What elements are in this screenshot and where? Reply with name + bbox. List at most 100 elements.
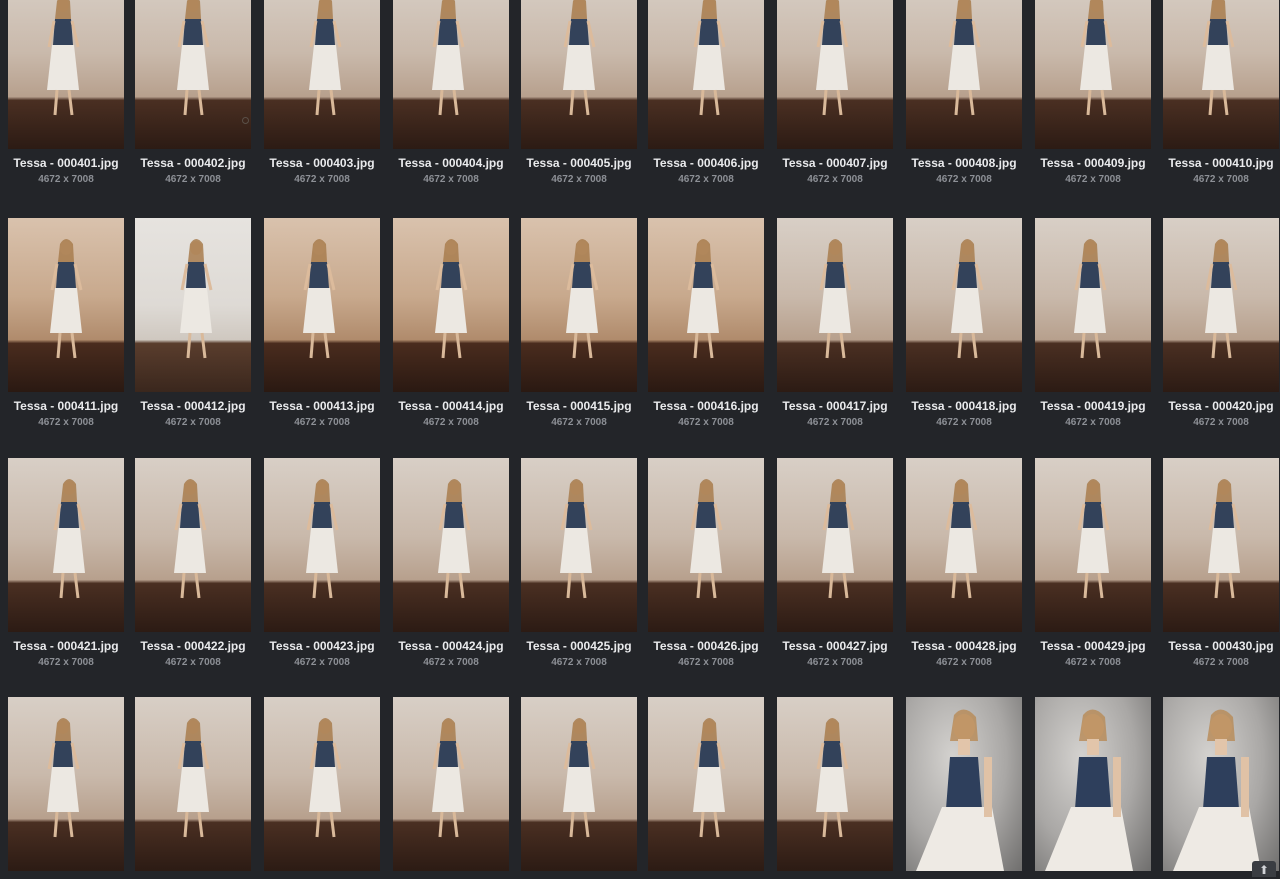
thumbnail-tile[interactable]: Tessa - 000429.jpg4672 x 7008: [1035, 458, 1151, 658]
thumbnail-image[interactable]: [521, 0, 637, 149]
thumbnail-tile[interactable]: Tessa - 000419.jpg4672 x 7008: [1035, 218, 1151, 418]
thumbnail-image[interactable]: [906, 0, 1022, 149]
thumbnail-image[interactable]: [648, 0, 764, 149]
thumbnail-tile[interactable]: Tessa - 000404.jpg4672 x 7008: [393, 0, 509, 175]
thumbnail-image[interactable]: [264, 218, 380, 392]
thumbnail-tile[interactable]: Tessa - 000402.jpg4672 x 7008: [135, 0, 251, 175]
thumbnail-image[interactable]: [8, 218, 124, 392]
thumbnail-image[interactable]: [1163, 697, 1279, 871]
thumbnail-image[interactable]: [393, 697, 509, 871]
thumbnail-image[interactable]: [393, 458, 509, 632]
thumbnail-tile[interactable]: [906, 697, 1022, 877]
thumbnail-tile[interactable]: Tessa - 000418.jpg4672 x 7008: [906, 218, 1022, 418]
thumbnail-image[interactable]: [777, 0, 893, 149]
thumbnail-tile[interactable]: Tessa - 000417.jpg4672 x 7008: [777, 218, 893, 418]
photo-figure: [393, 697, 509, 871]
thumbnail-image[interactable]: [1035, 218, 1151, 392]
thumbnail-tile[interactable]: Tessa - 000427.jpg4672 x 7008: [777, 458, 893, 658]
thumbnail-tile[interactable]: [648, 697, 764, 877]
thumbnail-dimensions: 4672 x 7008: [8, 417, 124, 428]
thumbnail-filename: Tessa - 000422.jpg: [129, 639, 257, 653]
thumbnail-filename: Tessa - 000429.jpg: [1029, 639, 1157, 653]
thumbnail-tile[interactable]: Tessa - 000415.jpg4672 x 7008: [521, 218, 637, 418]
thumbnail-image[interactable]: [906, 458, 1022, 632]
thumbnail-tile[interactable]: Tessa - 000409.jpg4672 x 7008: [1035, 0, 1151, 175]
thumbnail-filename: Tessa - 000404.jpg: [387, 156, 515, 170]
thumbnail-tile[interactable]: Tessa - 000428.jpg4672 x 7008: [906, 458, 1022, 658]
thumbnail-dimensions: 4672 x 7008: [393, 417, 509, 428]
thumbnail-tile[interactable]: Tessa - 000401.jpg4672 x 7008: [8, 0, 124, 175]
thumbnail-image[interactable]: [393, 0, 509, 149]
photo-figure: [1163, 218, 1279, 392]
thumbnail-image[interactable]: [1035, 697, 1151, 871]
thumbnail-tile[interactable]: Tessa - 000421.jpg4672 x 7008: [8, 458, 124, 658]
thumbnail-image[interactable]: [648, 458, 764, 632]
thumbnail-dimensions: 4672 x 7008: [264, 417, 380, 428]
thumbnail-tile[interactable]: Tessa - 000422.jpg4672 x 7008: [135, 458, 251, 658]
thumbnail-image[interactable]: [135, 0, 251, 149]
thumbnail-image[interactable]: [8, 0, 124, 149]
thumbnail-tile[interactable]: Tessa - 000406.jpg4672 x 7008: [648, 0, 764, 175]
thumbnail-tile[interactable]: [264, 697, 380, 877]
thumbnail-image[interactable]: [1163, 458, 1279, 632]
thumbnail-tile[interactable]: [8, 697, 124, 877]
thumbnail-filename: Tessa - 000417.jpg: [771, 399, 899, 413]
thumbnail-filename: Tessa - 000410.jpg: [1157, 156, 1280, 170]
thumbnail-tile[interactable]: Tessa - 000416.jpg4672 x 7008: [648, 218, 764, 418]
thumbnail-tile[interactable]: [1163, 697, 1279, 877]
thumbnail-tile[interactable]: Tessa - 000412.jpg4672 x 7008: [135, 218, 251, 418]
scroll-to-top-button[interactable]: ⬆: [1252, 861, 1276, 877]
thumbnail-image[interactable]: [521, 458, 637, 632]
thumbnail-image[interactable]: [648, 218, 764, 392]
photo-figure: [135, 697, 251, 871]
thumbnail-tile[interactable]: Tessa - 000430.jpg4672 x 7008: [1163, 458, 1279, 658]
thumbnail-tile[interactable]: Tessa - 000408.jpg4672 x 7008: [906, 0, 1022, 175]
thumbnail-tile[interactable]: Tessa - 000426.jpg4672 x 7008: [648, 458, 764, 658]
thumbnail-image[interactable]: [264, 697, 380, 871]
thumbnail-tile[interactable]: Tessa - 000407.jpg4672 x 7008: [777, 0, 893, 175]
thumbnail-image[interactable]: [1163, 0, 1279, 149]
photo-figure: [906, 218, 1022, 392]
thumbnail-image[interactable]: [1035, 0, 1151, 149]
thumbnail-image[interactable]: [8, 697, 124, 871]
thumbnail-tile[interactable]: Tessa - 000405.jpg4672 x 7008: [521, 0, 637, 175]
photo-figure: [648, 458, 764, 632]
thumbnail-image[interactable]: [648, 697, 764, 871]
thumbnail-dimensions: 4672 x 7008: [135, 417, 251, 428]
thumbnail-tile[interactable]: [1035, 697, 1151, 877]
thumbnail-tile[interactable]: Tessa - 000420.jpg4672 x 7008: [1163, 218, 1279, 418]
thumbnail-image[interactable]: [1035, 458, 1151, 632]
thumbnail-tile[interactable]: Tessa - 000403.jpg4672 x 7008: [264, 0, 380, 175]
thumbnail-tile[interactable]: [393, 697, 509, 877]
thumbnail-grid: Tessa - 000401.jpg4672 x 7008Tessa - 000…: [0, 0, 1280, 877]
thumbnail-image[interactable]: [135, 458, 251, 632]
thumbnail-image[interactable]: [135, 697, 251, 871]
photo-figure: [1035, 0, 1151, 149]
thumbnail-image[interactable]: [1163, 218, 1279, 392]
thumbnail-tile[interactable]: [135, 697, 251, 877]
thumbnail-tile[interactable]: Tessa - 000425.jpg4672 x 7008: [521, 458, 637, 658]
thumbnail-tile[interactable]: Tessa - 000413.jpg4672 x 7008: [264, 218, 380, 418]
thumbnail-image[interactable]: [777, 458, 893, 632]
thumbnail-image[interactable]: [777, 697, 893, 871]
thumbnail-tile[interactable]: Tessa - 000414.jpg4672 x 7008: [393, 218, 509, 418]
thumbnail-tile[interactable]: Tessa - 000410.jpg4672 x 7008: [1163, 0, 1279, 175]
thumbnail-image[interactable]: [393, 218, 509, 392]
thumbnail-image[interactable]: [521, 218, 637, 392]
thumbnail-tile[interactable]: [777, 697, 893, 877]
thumbnail-image[interactable]: [521, 697, 637, 871]
thumbnail-image[interactable]: [8, 458, 124, 632]
thumbnail-image[interactable]: [264, 458, 380, 632]
thumbnail-tile[interactable]: Tessa - 000411.jpg4672 x 7008: [8, 218, 124, 418]
thumbnail-image[interactable]: [906, 697, 1022, 871]
thumbnail-image[interactable]: [906, 218, 1022, 392]
photo-figure: [264, 218, 380, 392]
thumbnail-tile[interactable]: Tessa - 000424.jpg4672 x 7008: [393, 458, 509, 658]
thumbnail-tile[interactable]: [521, 697, 637, 877]
photo-figure: [1163, 0, 1279, 149]
thumbnail-image[interactable]: [264, 0, 380, 149]
thumbnail-filename: Tessa - 000406.jpg: [642, 156, 770, 170]
thumbnail-image[interactable]: [777, 218, 893, 392]
thumbnail-tile[interactable]: Tessa - 000423.jpg4672 x 7008: [264, 458, 380, 658]
thumbnail-image[interactable]: [135, 218, 251, 392]
